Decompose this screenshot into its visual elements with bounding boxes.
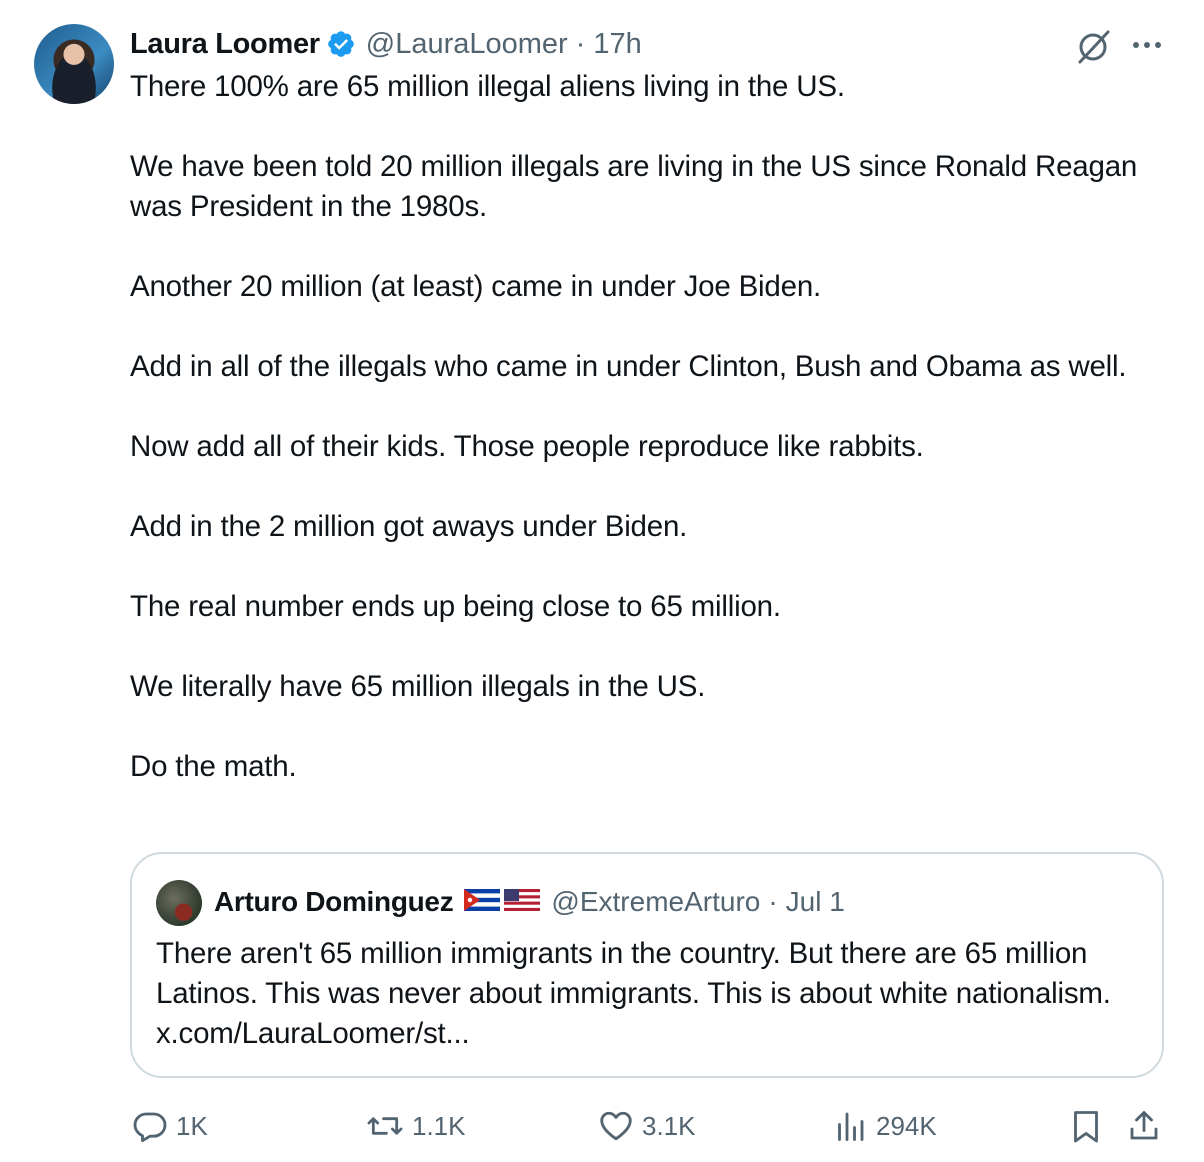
flag-emojis (463, 886, 541, 919)
tweet-paragraph: We literally have 65 million illegals in… (130, 670, 706, 703)
verified-badge-icon (327, 31, 354, 57)
repost-button[interactable]: 1.1K (366, 1100, 466, 1152)
author-name[interactable]: Laura Loomer (130, 28, 320, 61)
grok-icon[interactable] (1074, 26, 1114, 66)
views-chart-icon (838, 1112, 864, 1141)
share-button[interactable] (1126, 1100, 1170, 1152)
tweet-paragraph: Add in the 2 million got aways under Bid… (130, 510, 688, 543)
tweet[interactable]: Laura Loomer @LauraLoomer · 17h There 10… (0, 0, 1204, 1162)
author-avatar[interactable] (34, 24, 114, 104)
bookmark-icon (1074, 1111, 1098, 1143)
tweet-paragraph: Add in all of the illegals who came in u… (130, 350, 1127, 383)
bookmark-button[interactable] (1068, 1100, 1112, 1152)
quoted-tweet-text: There aren't 65 million immigrants in th… (156, 937, 1111, 1050)
tweet-paragraph: Do the math. (130, 750, 297, 783)
views-count: 294K (876, 1110, 937, 1141)
quoted-tweet-timestamp[interactable]: Jul 1 (786, 886, 845, 918)
tweet-text: There 100% are 65 million illegal aliens… (130, 67, 1140, 787)
quoted-author-name[interactable]: Arturo Dominguez (214, 886, 454, 918)
tweet-paragraph: We have been told 20 million illegals ar… (130, 150, 1138, 223)
tweet-header: Laura Loomer @LauraLoomer · 17h (130, 24, 642, 64)
cuba-usa-flags-icon (464, 888, 541, 911)
tweet-paragraph: There 100% are 65 million illegal aliens… (130, 70, 845, 103)
reply-icon (133, 1112, 167, 1143)
tweet-timestamp[interactable]: 17h (593, 28, 641, 61)
author-handle[interactable]: @LauraLoomer (366, 28, 568, 61)
quoted-author-handle[interactable]: @ExtremeArturo (551, 886, 760, 918)
quoted-tweet[interactable]: Arturo Dominguez @ExtremeArturo · Jul 1 … (130, 852, 1164, 1078)
more-options-icon[interactable] (1128, 28, 1168, 62)
quoted-header-separator: · (768, 886, 778, 917)
like-count: 3.1K (642, 1110, 696, 1141)
header-separator: · (575, 27, 586, 60)
repost-icon (367, 1117, 403, 1135)
tweet-paragraph: The real number ends up being close to 6… (130, 590, 781, 623)
share-icon (1130, 1111, 1158, 1140)
heart-icon (600, 1111, 632, 1141)
tweet-paragraph: Another 20 million (at least) came in un… (130, 270, 822, 303)
views-button[interactable]: 294K (832, 1100, 937, 1152)
like-button[interactable]: 3.1K (598, 1100, 696, 1152)
tweet-paragraph: Now add all of their kids. Those people … (130, 430, 924, 463)
reply-count: 1K (176, 1110, 208, 1141)
reply-button[interactable]: 1K (132, 1100, 208, 1152)
quoted-tweet-header: Arturo Dominguez @ExtremeArturo · Jul 1 (214, 882, 845, 922)
quoted-author-avatar[interactable] (156, 880, 202, 926)
tweet-actions: 1K 1.1K 3.1K 294K (0, 1100, 1204, 1152)
repost-count: 1.1K (412, 1110, 466, 1141)
